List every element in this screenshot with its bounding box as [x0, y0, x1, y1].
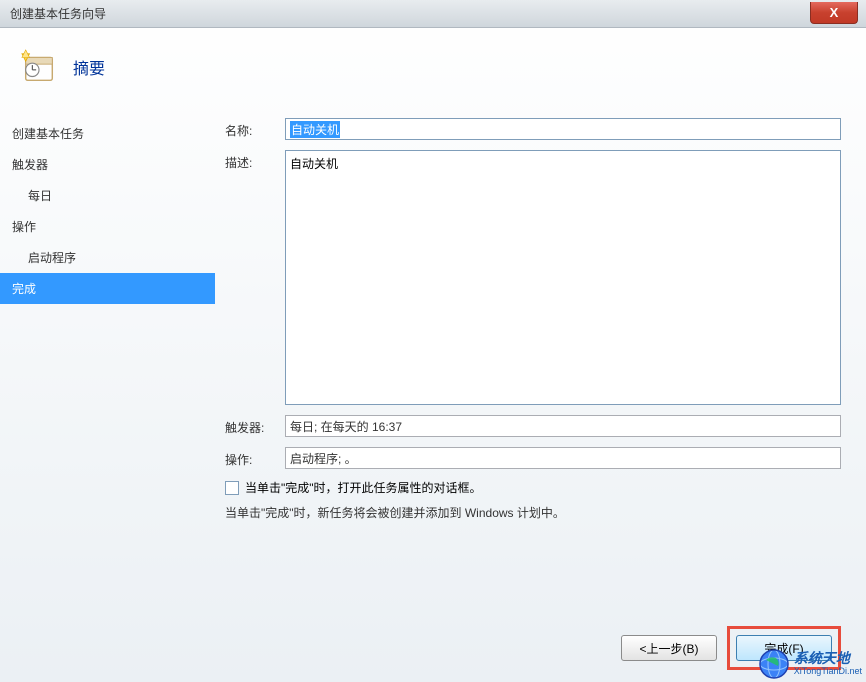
- desc-textarea[interactable]: [285, 150, 841, 405]
- finish-highlight: 完成(F): [727, 626, 841, 670]
- name-value-selected: 自动关机: [290, 121, 340, 138]
- close-button[interactable]: X: [810, 2, 858, 24]
- action-value: 启动程序; 。: [285, 447, 841, 469]
- sidebar-item-daily[interactable]: 每日: [0, 180, 215, 211]
- open-properties-checkbox[interactable]: [225, 481, 239, 495]
- name-label: 名称:: [225, 118, 285, 139]
- desc-row: 描述:: [225, 150, 841, 405]
- sidebar-item-finish[interactable]: 完成: [0, 273, 215, 304]
- info-text: 当单击"完成"时，新任务将会被创建并添加到 Windows 计划中。: [225, 504, 841, 521]
- wizard-sidebar: 创建基本任务 触发器 每日 操作 启动程序 完成: [0, 108, 215, 622]
- trigger-value: 每日; 在每天的 16:37: [285, 415, 841, 437]
- sidebar-item-start-program[interactable]: 启动程序: [0, 242, 215, 273]
- name-row: 名称: 自动关机: [225, 118, 841, 140]
- trigger-row: 触发器: 每日; 在每天的 16:37: [225, 415, 841, 437]
- open-properties-label: 当单击"完成"时，打开此任务属性的对话框。: [245, 479, 482, 496]
- wizard-header: 摘要: [0, 28, 866, 101]
- action-row: 操作: 启动程序; 。: [225, 447, 841, 469]
- sidebar-item-action[interactable]: 操作: [0, 211, 215, 242]
- wizard-content: 摘要 创建基本任务 触发器 每日 操作 启动程序 完成 名称: 自动关机 描述:…: [0, 28, 866, 682]
- calendar-clock-icon: [20, 48, 58, 86]
- sidebar-item-trigger[interactable]: 触发器: [0, 149, 215, 180]
- open-properties-row: 当单击"完成"时，打开此任务属性的对话框。: [225, 479, 841, 496]
- form-area: 名称: 自动关机 描述: 触发器: 每日; 在每天的 16:37 操作: 启动程…: [215, 108, 866, 622]
- button-bar: <上一步(B) 完成(F): [621, 626, 841, 670]
- name-input[interactable]: 自动关机: [285, 118, 841, 140]
- sidebar-item-create-task[interactable]: 创建基本任务: [0, 118, 215, 149]
- titlebar: 创建基本任务向导 X: [0, 0, 866, 28]
- window-title: 创建基本任务向导: [0, 5, 106, 22]
- finish-button[interactable]: 完成(F): [736, 635, 832, 661]
- trigger-label: 触发器:: [225, 415, 285, 436]
- page-title: 摘要: [73, 55, 105, 79]
- close-icon: X: [830, 5, 839, 20]
- desc-label: 描述:: [225, 150, 285, 171]
- action-label: 操作:: [225, 447, 285, 468]
- main-layout: 创建基本任务 触发器 每日 操作 启动程序 完成 名称: 自动关机 描述: 触发…: [0, 108, 866, 622]
- back-button[interactable]: <上一步(B): [621, 635, 717, 661]
